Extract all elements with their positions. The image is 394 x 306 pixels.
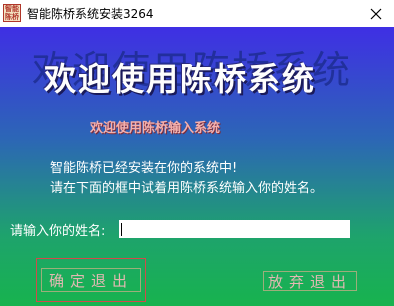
app-icon: 智能陈桥 xyxy=(3,4,21,22)
confirm-exit-button[interactable]: 确定退出 xyxy=(36,258,146,302)
banner-subtitle: 欢迎使用陈桥输入系统 xyxy=(90,121,221,136)
install-message-line1: 智能陈桥已经安装在你的系统中! xyxy=(50,161,238,176)
title-bar: 智能陈桥 智能陈桥系统安装3264 xyxy=(0,0,394,27)
installer-panel: 欢迎使用陈桥系统 欢迎使用陈桥系统 欢迎使用陈桥输入系统 智能陈桥已经安装在你的… xyxy=(0,27,394,306)
name-field-label: 请输入你的姓名: xyxy=(10,224,106,239)
text-cursor xyxy=(121,223,122,236)
window-title: 智能陈桥系统安装3264 xyxy=(27,7,154,21)
close-icon xyxy=(370,8,382,19)
install-message-line2: 请在下面的框中试着用陈桥系统输入你的姓名。 xyxy=(50,181,324,196)
banner-title: 欢迎使用陈桥系统 xyxy=(44,60,317,98)
button-frame xyxy=(263,271,357,291)
cancel-exit-button[interactable]: 放弃退出 xyxy=(259,267,361,295)
close-button[interactable] xyxy=(358,0,394,27)
button-frame xyxy=(41,268,141,292)
name-input[interactable] xyxy=(119,220,350,238)
